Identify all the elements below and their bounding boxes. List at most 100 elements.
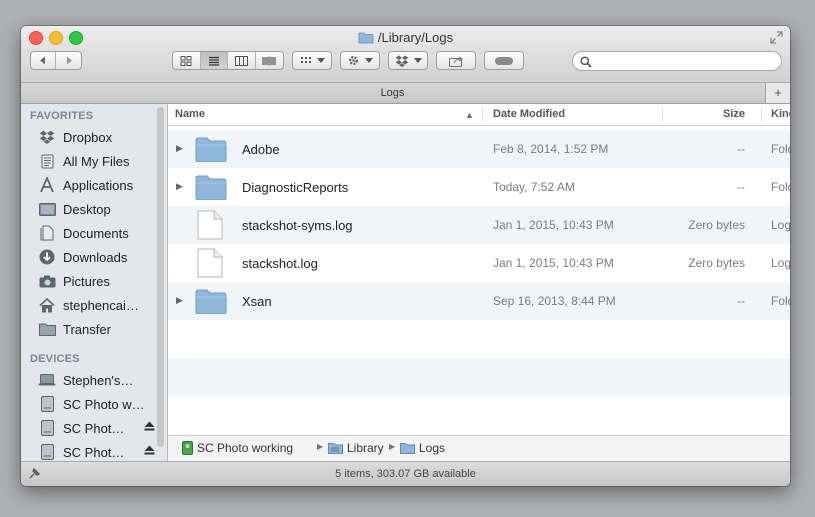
column-divider[interactable] (662, 108, 663, 122)
folder-icon (195, 174, 227, 203)
sidebar-item-device-drive-2[interactable]: SC Phot… (21, 416, 157, 440)
path-item-logs[interactable]: Logs (400, 441, 445, 455)
column-kind-header[interactable]: Kind (771, 108, 790, 120)
path-item-volume[interactable]: SC Photo working (182, 441, 293, 455)
home-icon (38, 297, 56, 313)
camera-icon (38, 273, 56, 289)
eject-icon[interactable] (144, 445, 155, 458)
column-header: Name ▲ Date Modified Size Kind (168, 104, 790, 126)
sidebar-item-device-mac[interactable]: Stephen's… (21, 368, 157, 392)
path-item-library[interactable]: Library (328, 441, 384, 455)
sidebar: FAVORITES Dropbox All My Files Applicati… (21, 104, 168, 461)
gear-icon (349, 56, 358, 65)
table-row[interactable]: ▶ Xsan Sep 16, 2013, 8:44 PM -- Folder (168, 282, 790, 320)
dropbox-menu-button[interactable] (388, 51, 428, 70)
sidebar-item-label: Downloads (63, 249, 128, 265)
file-size: Zero bytes (688, 256, 745, 270)
drive-icon (38, 396, 56, 412)
sidebar-item-all-my-files[interactable]: All My Files (21, 149, 157, 173)
sidebar-item-label: Desktop (63, 201, 111, 217)
sidebar-item-dropbox[interactable]: Dropbox (21, 125, 157, 149)
fullscreen-icon[interactable] (770, 31, 784, 45)
drive-icon (38, 420, 56, 436)
table-row[interactable]: ▶ Adobe Feb 8, 2014, 1:52 PM -- Folder (168, 130, 790, 168)
sidebar-item-label: Transfer (63, 321, 111, 337)
column-view-icon (234, 55, 248, 66)
disclosure-triangle-icon[interactable]: ▶ (176, 295, 183, 306)
dropbox-icon (38, 129, 56, 145)
tab-logs[interactable]: Logs (21, 87, 764, 99)
search-field[interactable] (572, 51, 782, 71)
file-list: Name ▲ Date Modified Size Kind ▶ Adobe F… (168, 104, 790, 435)
file-size: -- (737, 294, 745, 308)
back-button[interactable] (31, 52, 57, 69)
arrange-button[interactable] (292, 51, 332, 70)
tag-pill-icon (495, 56, 513, 65)
file-date: Feb 8, 2014, 1:52 PM (493, 142, 609, 156)
new-tab-button[interactable]: + (765, 83, 790, 103)
arrange-grid-icon (300, 56, 311, 63)
icon-view-button[interactable] (173, 52, 201, 69)
sidebar-item-applications[interactable]: Applications (21, 173, 157, 197)
drive-icon (182, 441, 193, 455)
column-size-header[interactable]: Size (723, 108, 745, 120)
file-date: Jan 1, 2015, 10:43 PM (493, 218, 614, 232)
path-separator-icon: ▶ (389, 442, 396, 451)
share-icon (448, 56, 463, 67)
column-divider[interactable] (482, 108, 483, 122)
forward-button[interactable] (56, 52, 81, 69)
sidebar-scrollbar[interactable] (157, 107, 164, 447)
sidebar-item-downloads[interactable]: Downloads (21, 245, 157, 269)
sidebar-item-device-drive-3[interactable]: SC Phot… (21, 440, 157, 461)
column-divider[interactable] (761, 108, 762, 122)
sidebar-item-label: SC Phot… (63, 444, 125, 460)
disclosure-triangle-icon[interactable]: ▶ (176, 181, 183, 192)
table-row[interactable]: ▶ DiagnosticReports Today, 7:52 AM -- Fo… (168, 168, 790, 206)
column-name-header[interactable]: Name (175, 108, 205, 120)
sidebar-item-documents[interactable]: Documents (21, 221, 157, 245)
document-icon (197, 248, 223, 281)
path-item-label: Library (347, 441, 384, 455)
coverflow-view-button[interactable] (256, 52, 283, 69)
sidebar-item-label: Dropbox (63, 129, 113, 145)
folder-icon (195, 288, 227, 317)
column-date-header[interactable]: Date Modified (493, 108, 565, 120)
sidebar-item-label: Pictures (63, 273, 110, 289)
file-kind: Log File (771, 218, 790, 232)
file-date: Jan 1, 2015, 10:43 PM (493, 256, 614, 270)
window-title: /Library/Logs (21, 30, 790, 47)
file-size: -- (737, 180, 745, 194)
all-files-icon (38, 153, 56, 169)
file-size: -- (737, 142, 745, 156)
sidebar-item-pictures[interactable]: Pictures (21, 269, 157, 293)
favorites-heading: FAVORITES (30, 110, 94, 122)
status-text: 5 items, 303.07 GB available (335, 468, 476, 480)
folder-icon (195, 136, 227, 165)
sidebar-item-home[interactable]: stephencai… (21, 293, 157, 317)
folder-icon (400, 443, 415, 454)
file-name: Adobe (242, 142, 280, 157)
sidebar-item-device-drive-1[interactable]: SC Photo w… (21, 392, 157, 416)
file-kind: Folder (771, 180, 790, 194)
sidebar-item-desktop[interactable]: Desktop (21, 197, 157, 221)
sidebar-item-transfer[interactable]: Transfer (21, 317, 157, 341)
list-view-icon (208, 56, 219, 66)
action-button[interactable] (340, 51, 380, 70)
path-item-label: Logs (419, 441, 446, 455)
tags-button[interactable] (484, 51, 524, 70)
chevron-left-icon (40, 56, 45, 65)
file-date: Today, 7:52 AM (493, 180, 575, 194)
path-item-label: SC Photo working (197, 441, 294, 455)
table-row[interactable]: stackshot.log Jan 1, 2015, 10:43 PM Zero… (168, 244, 790, 282)
list-view-button[interactable] (200, 52, 228, 69)
share-button[interactable] (436, 51, 476, 70)
tab-bar: Logs + (21, 82, 790, 104)
column-view-button[interactable] (228, 52, 256, 69)
eject-icon[interactable] (144, 421, 155, 434)
sidebar-item-label: SC Phot… (63, 420, 125, 436)
search-input[interactable] (595, 53, 779, 71)
table-row[interactable]: stackshot-syms.log Jan 1, 2015, 10:43 PM… (168, 206, 790, 244)
library-folder-icon (328, 443, 343, 454)
chevron-right-icon (66, 56, 72, 65)
disclosure-triangle-icon[interactable]: ▶ (176, 143, 183, 154)
